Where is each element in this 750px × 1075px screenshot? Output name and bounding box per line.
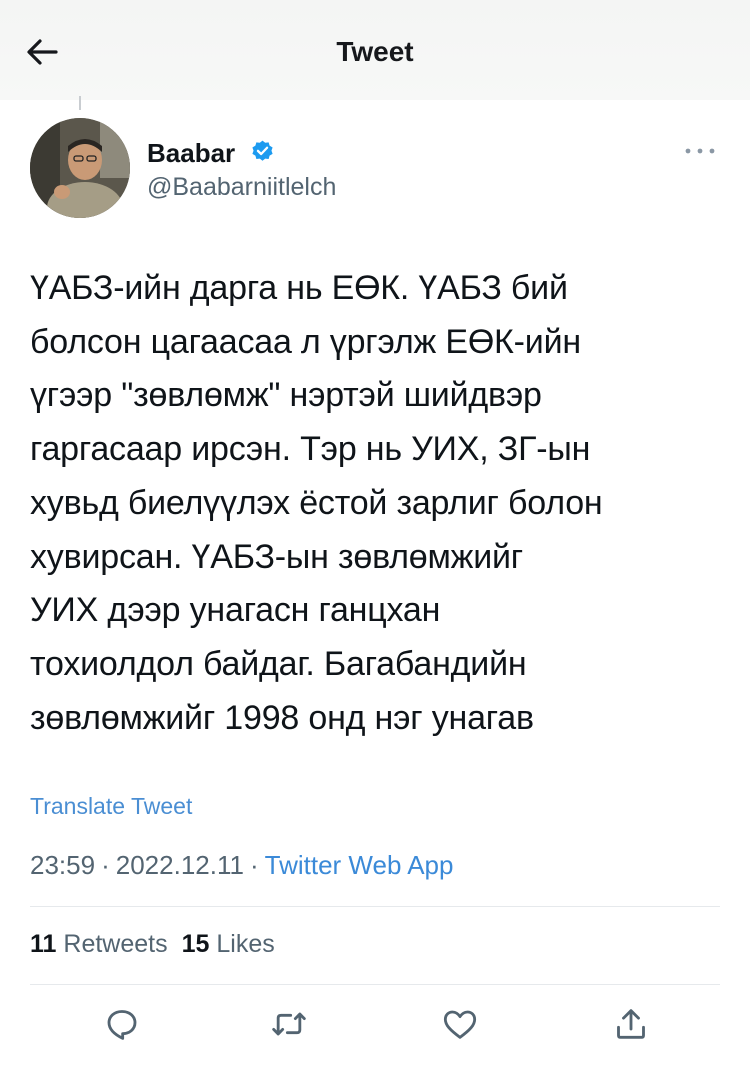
thread-line — [79, 96, 81, 110]
divider — [30, 984, 720, 985]
tweet-stats: 11 Retweets 15 Likes — [30, 930, 275, 959]
retweets-label: Retweets — [63, 930, 168, 958]
separator: · — [249, 850, 259, 880]
avatar-image — [30, 118, 130, 218]
tweet-date[interactable]: 2022.12.11 — [116, 850, 244, 880]
translate-tweet-link[interactable]: Translate Tweet — [30, 793, 192, 820]
more-dots-icon — [685, 148, 715, 154]
share-button[interactable] — [611, 1004, 651, 1044]
avatar[interactable] — [30, 118, 130, 218]
page-title: Tweet — [336, 36, 414, 67]
share-icon — [617, 1009, 645, 1039]
likes-count: 15 — [181, 930, 210, 958]
tweet-text: ҮАБЗ-ийн дарга нь ЕӨК. ҮАБЗ бий болсон ц… — [30, 269, 603, 737]
author-name[interactable]: Baabar — [147, 138, 235, 169]
reply-icon — [107, 1010, 137, 1040]
verified-badge-icon — [252, 140, 273, 161]
like-icon — [443, 1010, 477, 1039]
tweet-actions-bar — [0, 1000, 750, 1050]
more-options-button[interactable] — [680, 140, 720, 162]
likes-label: Likes — [216, 930, 275, 958]
tweet-time[interactable]: 23:59 — [30, 850, 95, 880]
like-button[interactable] — [440, 1004, 480, 1044]
likes-stat[interactable]: 15 Likes — [182, 930, 275, 958]
author-handle[interactable]: @Baabarniitlelch — [147, 173, 336, 202]
tweet-source-link[interactable]: Twitter Web App — [265, 850, 454, 880]
retweet-icon — [272, 1012, 306, 1036]
retweet-button[interactable] — [269, 1004, 309, 1044]
divider — [30, 906, 720, 907]
top-bar: Tweet — [0, 0, 750, 100]
reply-button[interactable] — [102, 1004, 142, 1044]
retweets-count: 11 — [30, 930, 57, 958]
retweets-stat[interactable]: 11 Retweets — [30, 930, 168, 958]
tweet-metadata: 23:59 · 2022.12.11 · Twitter Web App — [30, 850, 453, 881]
separator: · — [101, 850, 110, 880]
